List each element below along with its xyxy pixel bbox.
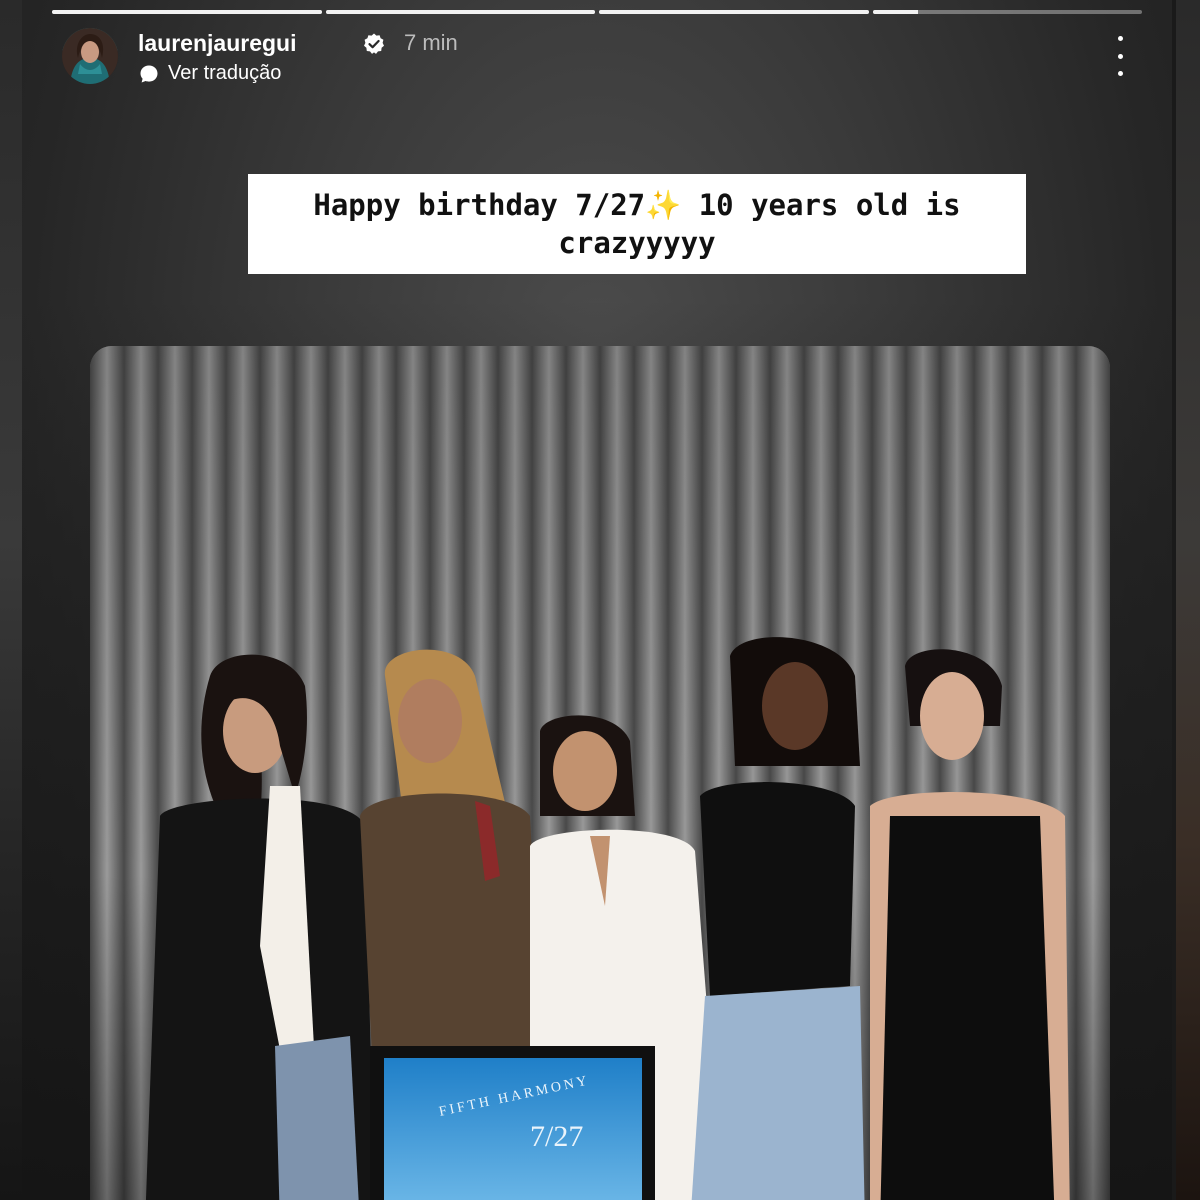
left-blur-gutter bbox=[0, 0, 24, 1200]
group-photo-illustration: FIFTH HARMONY 7/27 bbox=[90, 346, 1110, 1200]
timestamp: 7 min bbox=[404, 30, 458, 55]
progress-segment bbox=[599, 10, 869, 14]
right-blur-gutter bbox=[1176, 0, 1200, 1200]
avatar[interactable] bbox=[62, 28, 118, 84]
verified-badge-icon bbox=[364, 33, 384, 54]
translate-button[interactable]: Ver tradução bbox=[138, 62, 281, 85]
sparkle-emoji: ✨ bbox=[645, 188, 682, 222]
story-progress bbox=[52, 10, 1142, 14]
caption-sticker: Happy birthday 7/27✨ 10 years old is cra… bbox=[248, 174, 1026, 274]
caption-line1-end: 10 years old is bbox=[681, 188, 961, 222]
album-frame: FIFTH HARMONY 7/27 bbox=[370, 1046, 655, 1200]
progress-segment bbox=[325, 10, 595, 14]
username[interactable]: laurenjauregui bbox=[138, 30, 296, 57]
avatar-photo bbox=[62, 28, 118, 84]
progress-segment bbox=[872, 10, 1142, 14]
story-header: laurenjauregui 7 min Ver tradução bbox=[62, 28, 1132, 88]
translate-label: Ver tradução bbox=[168, 62, 282, 84]
translate-bubble-icon bbox=[140, 65, 158, 82]
caption-line1: Happy birthday 7/27 bbox=[313, 188, 646, 222]
album-title: 7/27 bbox=[530, 1120, 583, 1153]
more-options-icon[interactable] bbox=[1108, 36, 1132, 76]
progress-segment bbox=[52, 10, 322, 14]
caption-line2: crazyyyyy bbox=[558, 226, 716, 260]
story-viewer: laurenjauregui 7 min Ver tradução Happy … bbox=[0, 0, 1200, 1200]
story-photo: FIFTH HARMONY 7/27 bbox=[90, 346, 1110, 1200]
